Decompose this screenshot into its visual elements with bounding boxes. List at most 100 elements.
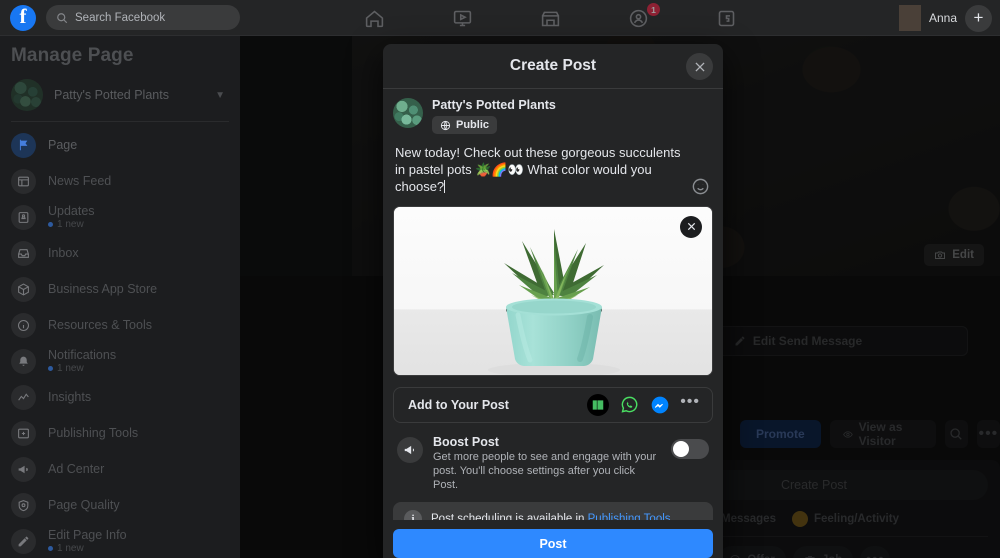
attached-photo[interactable] bbox=[393, 205, 713, 376]
sidebar-item-page[interactable]: Page bbox=[0, 127, 240, 163]
nav-groups-button[interactable]: 1 bbox=[594, 0, 682, 36]
text-caret bbox=[444, 179, 446, 193]
avatar[interactable] bbox=[898, 5, 921, 31]
sidebar-divider bbox=[11, 121, 229, 122]
facebook-page-manager-screen: Edit Edit Send Message Promote View as V… bbox=[0, 0, 1000, 558]
sidebar-page-selector[interactable]: Patty's Potted Plants ▼ bbox=[0, 73, 240, 121]
close-dialog-button[interactable] bbox=[686, 53, 713, 80]
sidebar-item-ad-center-label: Ad Center bbox=[48, 462, 105, 476]
sidebar-item-business-app-store[interactable]: Business App Store bbox=[0, 271, 240, 307]
nav-gaming-button[interactable] bbox=[682, 0, 770, 36]
chevron-down-icon[interactable]: ▼ bbox=[215, 90, 225, 101]
plus-icon: + bbox=[973, 7, 984, 27]
close-icon bbox=[687, 222, 695, 231]
facebook-logo-icon[interactable]: f bbox=[10, 4, 36, 31]
nav-watch-button[interactable] bbox=[418, 0, 506, 36]
sidebar-item-inbox[interactable]: Inbox bbox=[0, 235, 240, 271]
sidebar-item-notifications-badge: 1 new bbox=[48, 363, 116, 374]
groups-badge: 1 bbox=[647, 3, 660, 16]
updates-icon bbox=[11, 204, 36, 230]
sidebar-item-page-quality-label: Page Quality bbox=[48, 498, 120, 512]
top-navigation-bar: f Search Facebook 1 Anna + bbox=[0, 0, 1000, 36]
author-avatar bbox=[393, 98, 423, 128]
dialog-body: Patty's Potted Plants Public New today! … bbox=[383, 89, 723, 520]
close-icon bbox=[694, 61, 705, 72]
photo-video-icon[interactable] bbox=[587, 393, 610, 416]
sidebar-item-ad-center[interactable]: Ad Center bbox=[0, 451, 240, 487]
nav-marketplace-button[interactable] bbox=[506, 0, 594, 36]
globe-icon bbox=[440, 120, 451, 130]
home-icon bbox=[365, 9, 383, 27]
page-avatar bbox=[11, 79, 43, 111]
watch-icon bbox=[453, 10, 471, 26]
add-to-post-more-button[interactable]: ••• bbox=[680, 394, 700, 415]
sidebar-item-updates-badge: 1 new bbox=[48, 219, 95, 230]
pencil-icon bbox=[11, 528, 36, 554]
succulent-photo-image bbox=[394, 206, 712, 375]
manage-page-sidebar: Manage Page Patty's Potted Plants ▼ Page… bbox=[0, 36, 240, 558]
scheduling-text-before: Post scheduling is available in bbox=[431, 512, 588, 521]
sidebar-item-edit-page-info[interactable]: Edit Page Info 1 new bbox=[0, 523, 240, 558]
sidebar-item-inbox-label: Inbox bbox=[48, 246, 79, 260]
sidebar-item-notifications[interactable]: Notifications 1 new bbox=[0, 343, 240, 379]
new-dot-icon bbox=[48, 222, 53, 227]
megaphone-icon bbox=[397, 436, 423, 463]
sidebar-item-news-feed-label: News Feed bbox=[48, 174, 112, 188]
box-icon bbox=[11, 276, 36, 302]
news-feed-icon bbox=[11, 168, 36, 194]
sidebar-item-publishing-tools-label: Publishing Tools bbox=[48, 426, 139, 440]
sidebar-item-page-quality[interactable]: Page Quality bbox=[0, 487, 240, 523]
top-nav-icons: 1 bbox=[330, 0, 770, 36]
audience-label: Public bbox=[456, 119, 490, 131]
info-icon bbox=[11, 312, 36, 338]
info-icon: i bbox=[404, 509, 422, 520]
boost-post-section: Boost Post Get more people to see and en… bbox=[393, 431, 713, 492]
search-input[interactable]: Search Facebook bbox=[46, 5, 240, 30]
new-dot-icon bbox=[48, 546, 53, 551]
sidebar-item-edit-page-info-badge: 1 new bbox=[48, 543, 127, 554]
sidebar-title: Manage Page bbox=[11, 45, 134, 66]
sidebar-item-insights[interactable]: Insights bbox=[0, 379, 240, 415]
new-dot-icon bbox=[48, 366, 53, 371]
sidebar-item-business-app-store-label: Business App Store bbox=[48, 282, 158, 296]
dialog-header: Create Post bbox=[383, 44, 723, 89]
sidebar-item-updates-label: Updates bbox=[48, 204, 95, 218]
post-text: New today! Check out these gorgeous succ… bbox=[395, 144, 681, 194]
flag-icon bbox=[11, 132, 36, 158]
audience-selector[interactable]: Public bbox=[432, 116, 498, 134]
smiley-icon bbox=[692, 178, 709, 194]
nav-home-button[interactable] bbox=[330, 0, 418, 36]
boost-post-description: Get more people to see and engage with y… bbox=[433, 450, 657, 491]
boost-post-toggle[interactable] bbox=[671, 438, 709, 459]
sidebar-item-updates[interactable]: Updates 1 new bbox=[0, 199, 240, 235]
remove-photo-button[interactable] bbox=[680, 215, 702, 238]
publishing-tools-link[interactable]: Publishing Tools bbox=[588, 513, 671, 521]
post-button-label: Post bbox=[539, 536, 567, 551]
bell-icon bbox=[11, 348, 36, 374]
sidebar-item-publishing-tools[interactable]: Publishing Tools bbox=[0, 415, 240, 451]
create-button[interactable]: + bbox=[965, 4, 992, 32]
sidebar-item-news-feed[interactable]: News Feed bbox=[0, 163, 240, 199]
sidebar-item-resources-tools[interactable]: Resources & Tools bbox=[0, 307, 240, 343]
post-scheduling-notice: i Post scheduling is available in Publis… bbox=[393, 501, 713, 521]
gaming-icon bbox=[718, 10, 734, 26]
create-post-dialog: Create Post Patty's Potted Plants Public bbox=[383, 44, 723, 558]
search-placeholder: Search Facebook bbox=[75, 11, 166, 24]
top-nav-right: Anna + bbox=[898, 0, 992, 36]
shield-icon bbox=[11, 492, 36, 518]
inbox-icon bbox=[11, 240, 36, 266]
groups-icon bbox=[629, 9, 647, 27]
sidebar-item-insights-label: Insights bbox=[48, 390, 92, 404]
messenger-icon[interactable] bbox=[649, 394, 671, 416]
sidebar-item-page-label: Page bbox=[48, 138, 78, 152]
emoji-picker-button[interactable] bbox=[691, 177, 711, 197]
search-icon bbox=[57, 12, 68, 23]
post-button[interactable]: Post bbox=[393, 529, 713, 558]
add-to-your-post-bar: Add to Your Post ••• bbox=[393, 386, 713, 423]
add-to-your-post-label: Add to Your Post bbox=[408, 397, 509, 412]
scheduling-text-after: . bbox=[670, 512, 674, 521]
author-name: Patty's Potted Plants bbox=[432, 98, 556, 112]
whatsapp-icon[interactable] bbox=[618, 394, 640, 416]
post-text-area[interactable]: New today! Check out these gorgeous succ… bbox=[393, 136, 713, 195]
sidebar-item-notifications-label: Notifications bbox=[48, 348, 117, 362]
